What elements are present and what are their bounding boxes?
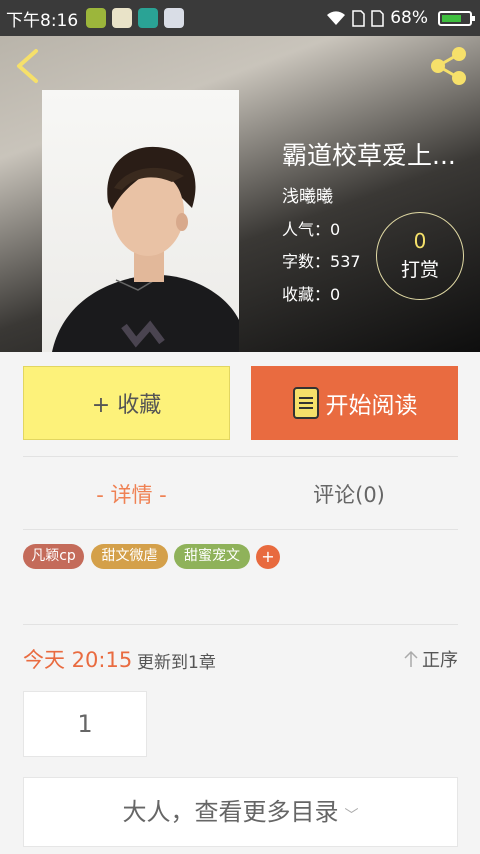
update-status: 更新到1章: [137, 653, 216, 673]
reward-label: 打赏: [400, 259, 439, 281]
book-icon: [292, 387, 319, 419]
sort-order-button[interactable]: 正序: [404, 646, 458, 672]
reward-button[interactable]: 0 打赏: [376, 212, 464, 300]
favorites-label: 收藏：: [282, 285, 331, 304]
share-icon: [431, 47, 466, 85]
favorites-value: 0: [330, 285, 341, 304]
word-count-value: 537: [330, 252, 361, 271]
app-notification-icon: [112, 8, 133, 28]
book-cover-image[interactable]: [42, 90, 239, 352]
word-count-stat: 字数：537: [282, 248, 361, 272]
share-button[interactable]: [428, 46, 470, 86]
popularity-stat: 人气：0: [282, 216, 340, 240]
tag-item[interactable]: 凡颖cp: [23, 544, 84, 569]
sim-card-icon: [371, 9, 384, 27]
sort-order-label: 正序: [422, 650, 458, 671]
app-notification-icon: [164, 8, 185, 28]
battery-percent: 68%: [390, 8, 428, 28]
back-button[interactable]: [12, 48, 44, 84]
divider: [23, 624, 458, 625]
word-count-label: 字数：: [282, 252, 331, 271]
collect-label: + 收藏: [91, 393, 162, 418]
cover-portrait: [52, 146, 239, 352]
chevron-left-icon: [17, 49, 38, 83]
divider: [23, 529, 458, 530]
arrow-up-icon: [404, 650, 418, 667]
app-notification-icon: [138, 8, 159, 28]
tab-comments[interactable]: 评论(0): [240, 470, 458, 520]
add-tag-button[interactable]: +: [256, 545, 280, 569]
chapter-item[interactable]: 1: [23, 691, 147, 757]
popularity-label: 人气：: [282, 220, 331, 239]
popularity-value: 0: [330, 220, 341, 239]
status-bar: 下午8:16 68%: [0, 0, 480, 36]
favorites-stat: 收藏：0: [282, 281, 340, 305]
start-reading-button[interactable]: 开始阅读: [251, 366, 458, 440]
sim-card-icon: [352, 9, 365, 27]
book-title: 霸道校草爱上...: [282, 141, 456, 170]
book-author[interactable]: 浅曦曦: [282, 182, 333, 207]
tab-details[interactable]: - 详情 -: [23, 470, 240, 520]
book-header: 霸道校草爱上... 浅曦曦 人气：0 字数：537 收藏：0 0 打赏: [0, 36, 480, 352]
reward-count: 0: [413, 229, 427, 253]
status-time: 下午8:16: [6, 10, 79, 31]
start-reading-label: 开始阅读: [325, 393, 418, 419]
tag-item[interactable]: 甜文微虐: [91, 544, 168, 569]
collect-button[interactable]: + 收藏: [23, 366, 230, 440]
divider: [23, 456, 458, 457]
app-notification-icon: [86, 8, 107, 28]
chevron-down-icon: ﹀: [344, 808, 359, 824]
battery-icon: [438, 10, 475, 26]
more-toc-button[interactable]: 大人，查看更多目录 ﹀: [23, 777, 458, 847]
wifi-icon: [327, 11, 346, 25]
update-date: 今天 20:15: [23, 648, 133, 672]
more-toc-label: 大人，查看更多目录: [122, 798, 339, 826]
tag-item[interactable]: 甜蜜宠文: [174, 544, 250, 569]
